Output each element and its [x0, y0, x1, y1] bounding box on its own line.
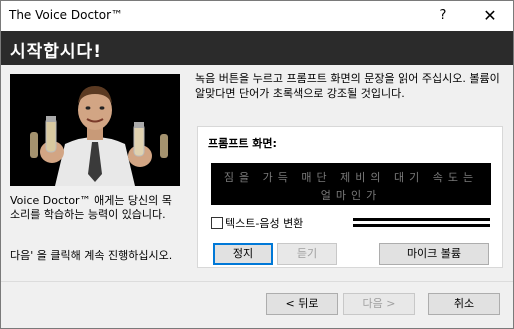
close-button[interactable]: ✕ — [467, 1, 513, 31]
title-bar: The Voice Doctor™ ? ✕ — [1, 1, 513, 31]
volume-meter-bar-top — [353, 218, 490, 221]
cancel-button[interactable]: 취소 — [428, 293, 500, 315]
wizard-window: The Voice Doctor™ ? ✕ 시작합시다! Voice Docto… — [0, 0, 514, 329]
voice-doctor-description: Voice Doctor™ 애게는 당신의 목소리를 학습하는 능력이 있습니다… — [10, 194, 172, 221]
tts-checkbox[interactable] — [211, 217, 223, 229]
page-title: 시작합시다! — [10, 42, 102, 62]
volume-meter-bar-bottom — [353, 224, 490, 227]
prompt-screen: 짐을 가득 매단 제비의 대기 속도는 얼마인가 — [211, 163, 491, 205]
help-button[interactable]: ? — [421, 1, 465, 31]
next-hint-text: 다음' 을 클릭해 계속 진행하십시오. — [10, 249, 173, 262]
listen-button[interactable]: 듣기 — [277, 243, 337, 265]
mic-volume-button[interactable]: 마이크 볼륨 — [379, 243, 489, 265]
prompt-panel: 프롬프트 화면: 짐을 가득 매단 제비의 대기 속도는 얼마인가 텍스트-음성… — [197, 126, 503, 268]
prompt-label: 프롬프트 화면: — [208, 137, 277, 150]
next-button[interactable]: 다음 > — [343, 293, 415, 315]
stop-button[interactable]: 정지 — [213, 243, 273, 265]
footer-separator — [1, 281, 513, 282]
prompt-line-2: 얼마인가 — [320, 189, 382, 202]
prompt-line-1: 짐을 가득 매단 제비의 대기 속도는 — [223, 171, 479, 184]
tts-label: 텍스트-음성 변환 — [225, 217, 304, 230]
back-button[interactable]: < 뒤로 — [266, 293, 338, 315]
doctor-image — [10, 74, 180, 186]
header-banner: 시작합시다! — [1, 31, 513, 65]
volume-meter — [353, 217, 490, 228]
window-title: The Voice Doctor™ — [9, 8, 124, 22]
instructions-text: 녹음 버튼을 누르고 프롬프트 화면의 문장을 읽어 주십시오. 볼륨이 알맞다… — [195, 72, 500, 100]
